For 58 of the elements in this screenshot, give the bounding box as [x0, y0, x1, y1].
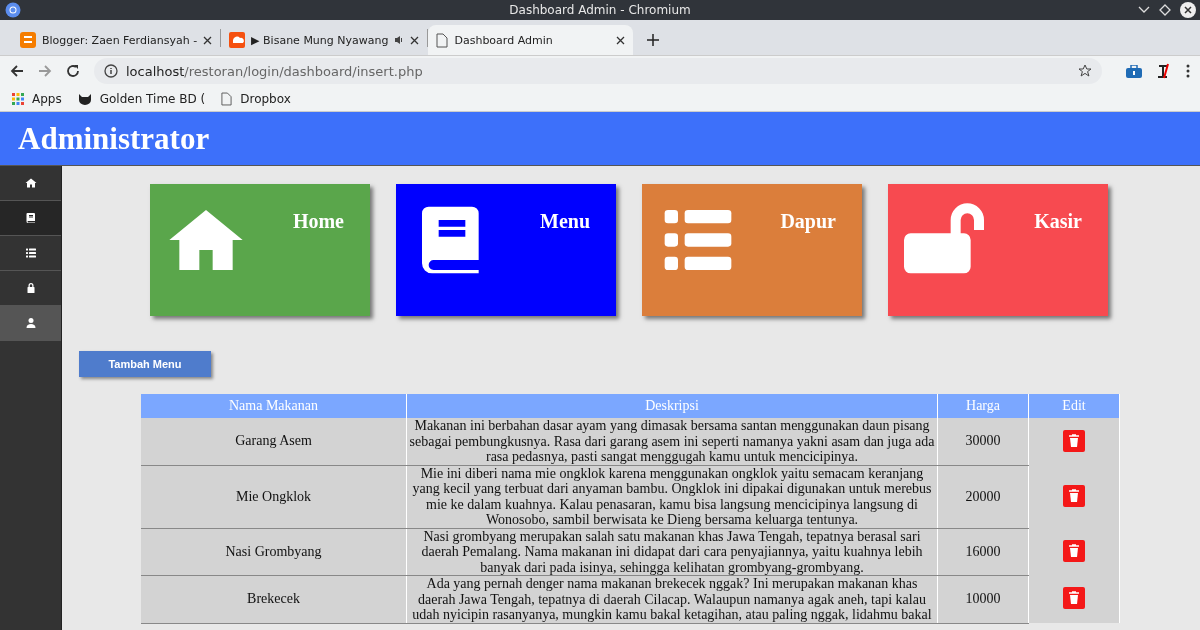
close-icon[interactable] — [203, 35, 213, 45]
blog-icon — [20, 32, 36, 48]
table-cell: Brekecek — [141, 575, 407, 623]
address-bar[interactable]: localhost/restoran/login/dashboard/insert.php — [94, 58, 1102, 84]
table-cell: 20000 — [937, 465, 1029, 528]
table-cell: Garang Asem — [141, 418, 407, 465]
star-icon[interactable] — [1078, 64, 1092, 78]
table-cell: 10000 — [937, 575, 1029, 623]
reload-icon[interactable] — [66, 64, 80, 78]
delete-button[interactable] — [1063, 587, 1085, 610]
back-icon[interactable] — [10, 64, 24, 78]
column-header: Harga — [937, 394, 1029, 418]
page-icon — [221, 91, 233, 106]
delete-button[interactable] — [1063, 484, 1085, 507]
cat-icon — [77, 92, 92, 105]
column-header: Deskripsi — [406, 394, 938, 418]
chevron-down-icon[interactable] — [1138, 6, 1150, 14]
table-cell: 30000 — [937, 418, 1029, 465]
info-icon — [104, 64, 118, 78]
kebab-menu-icon[interactable] — [1186, 64, 1190, 78]
delete-button[interactable] — [1063, 429, 1085, 452]
forward-icon[interactable] — [38, 64, 52, 78]
column-header: Edit — [1028, 394, 1120, 418]
window-title: Dashboard Admin - Chromium — [509, 3, 691, 17]
table-cell: Ada yang pernah denger nama makanan brekecek nggak? Ini merupakan makanan khas daerah Jawa Tengah, tepatnya di daerah Cilacap. Walaupun namanya agak aneh, tapi kalau udah nyicipin rasanyanya, mungkin kamu bakal ketagihan, atau paling nggak, lidahmu bakal — [406, 575, 938, 623]
house-icon — [24, 177, 37, 189]
table-cell: Mie Ongklok — [141, 465, 407, 528]
apps-grid-icon — [12, 92, 24, 105]
diamond-icon[interactable] — [1159, 4, 1171, 16]
table-cell: 16000 — [937, 528, 1029, 576]
list-icon — [24, 247, 37, 259]
table-cell: Mie ini diberi nama mie ongklok karena menggunakan ongklok yaitu semacam keranjang yang kecil yang terbuat dari anyaman bambu. Ongklok ini dipakai digunakan untuk merebus mie ke dalam kuahnya. Kalau penasaran, kamu bisa langsung mencicipinya langsung di Wonosobo, sambil berwisata ke Dieng bersama keluarga tentunya. — [406, 465, 938, 528]
browser-tab[interactable]: Dashboard Admin — [428, 25, 634, 55]
book-icon — [24, 212, 37, 224]
browser-tab[interactable]: ▶ Bisane Mung Nyawang — [221, 25, 428, 55]
close-icon[interactable] — [410, 35, 420, 45]
cloud-icon — [229, 32, 246, 48]
header-title: Administrator — [18, 120, 210, 157]
close-icon[interactable] — [616, 35, 626, 45]
table-cell: Makanan ini berbahan dasar ayam yang dimasak bersama santan menggunakan daun pisang sebagai pembungkusnya. Rasa dari garang asem ini seperti namanya yakni asam dan juga ada rasa pedasnya, pasti sangat menggugah kamu untuk mencicipinya. — [406, 418, 938, 465]
bookmark[interactable]: Dropbox — [221, 91, 291, 106]
plus-icon[interactable] — [647, 34, 660, 46]
close-icon[interactable] — [1180, 2, 1196, 18]
extension-icon[interactable] — [1156, 63, 1172, 79]
browser-tab[interactable]: Blogger: Zaen Ferdiansyah - — [12, 25, 221, 55]
sidebar-item[interactable] — [0, 201, 61, 236]
delete-button[interactable] — [1063, 539, 1085, 562]
bookmark[interactable]: Golden Time BD ( — [77, 91, 206, 106]
table-cell: Nasi grombyang merupakan salah satu makanan khas Jawa Tengah, tepatnya berasal sari daerah Pemalang. Nama makanan ini didapat dari cara penyajiannya, yaitu kuahnya lebih banyak dari pada isinya, sehingga kelihatan grombyang-grombyang. — [406, 528, 938, 576]
page-icon — [436, 32, 449, 48]
browser-logo-icon — [5, 2, 21, 18]
dashboard-card[interactable]: Menu — [396, 184, 616, 316]
bookmark[interactable]: Apps — [12, 91, 62, 106]
person-icon — [24, 317, 37, 329]
toolbox-icon[interactable] — [1126, 64, 1142, 78]
add-menu-button[interactable]: Tambah Menu — [79, 351, 211, 377]
table-cell: Nasi Grombyang — [141, 528, 407, 576]
column-header: Nama Makanan — [141, 394, 407, 418]
